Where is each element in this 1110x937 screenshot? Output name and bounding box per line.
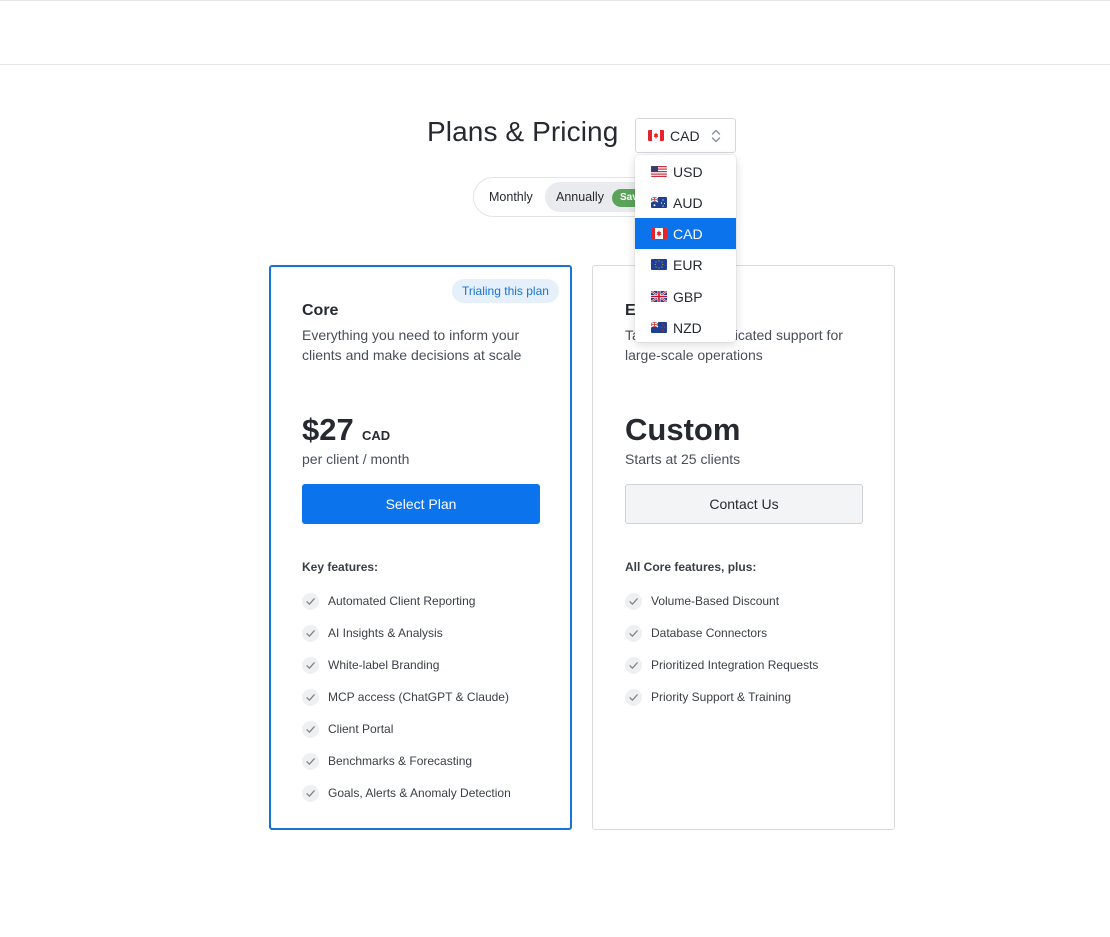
currency-option-label: NZD [673, 319, 702, 336]
au-flag-icon [651, 197, 667, 208]
check-icon [302, 752, 319, 770]
page-title: Plans & Pricing [427, 116, 619, 147]
ca-flag-icon [648, 130, 664, 141]
feature-label: Priority Support & Training [651, 690, 792, 704]
price-note: Starts at 25 clients [625, 451, 741, 467]
currency-option-label: CAD [673, 225, 703, 242]
check-icon [625, 688, 642, 706]
feature-item: Benchmarks & Forecasting [302, 745, 511, 777]
check-icon [302, 784, 319, 802]
feature-item: MCP access (ChatGPT & Claude) [302, 681, 511, 713]
toggle-annually-label: Annually [556, 190, 604, 204]
trial-badge: Trialing this plan [452, 279, 559, 303]
check-icon [302, 624, 319, 642]
plan-price: Custom [625, 412, 741, 447]
currency-option-nzd[interactable]: NZD [635, 312, 736, 343]
feature-item: Priority Support & Training [625, 681, 818, 713]
toggle-monthly[interactable]: Monthly [489, 190, 533, 204]
chevron-updown-icon [711, 129, 721, 143]
currency-select-value: CAD [670, 127, 700, 144]
feature-label: Volume-Based Discount [651, 594, 780, 608]
feature-label: White-label Branding [328, 658, 440, 672]
feature-label: Prioritized Integration Requests [651, 658, 819, 672]
feature-item: White-label Branding [302, 649, 511, 681]
feature-item: Database Connectors [625, 617, 818, 649]
eu-flag-icon [651, 259, 667, 270]
check-icon [302, 720, 319, 738]
feature-item: Prioritized Integration Requests [625, 649, 818, 681]
currency-option-cad[interactable]: CAD [635, 218, 736, 249]
currency-select[interactable]: CAD [635, 118, 736, 153]
currency-option-label: USD [673, 163, 703, 180]
currency-option-gbp[interactable]: GBP [635, 281, 736, 312]
plan-name: Core [302, 302, 339, 319]
currency-option-label: EUR [673, 256, 703, 273]
plan-card-enterprise: E Ta with dedicated support for large-sc… [592, 265, 895, 830]
price-currency: CAD [362, 428, 391, 443]
check-icon [302, 656, 319, 674]
check-icon [302, 592, 319, 610]
check-icon [625, 592, 642, 610]
feature-item: Client Portal [302, 713, 511, 745]
feature-label: AI Insights & Analysis [328, 626, 443, 640]
feature-label: Goals, Alerts & Anomaly Detection [328, 786, 511, 800]
plan-description: Everything you need to inform your clien… [302, 327, 522, 363]
check-icon [625, 624, 642, 642]
feature-item: Volume-Based Discount [625, 585, 818, 617]
feature-item: Automated Client Reporting [302, 585, 511, 617]
feature-list: Volume-Based Discount Database Connector… [625, 585, 818, 713]
plan-price: $27 [302, 412, 354, 447]
currency-option-aud[interactable]: AUD [635, 187, 736, 218]
feature-label: Database Connectors [651, 626, 768, 640]
currency-dropdown: USD AUD CAD EUR GBP NZD [635, 155, 736, 342]
feature-label: Benchmarks & Forecasting [328, 754, 473, 768]
feature-item: Goals, Alerts & Anomaly Detection [302, 777, 511, 809]
top-nav-bar [0, 0, 1110, 65]
features-heading: Key features: [302, 560, 379, 574]
us-flag-icon [651, 166, 667, 177]
feature-label: Automated Client Reporting [328, 594, 476, 608]
gb-flag-icon [651, 291, 667, 302]
feature-item: AI Insights & Analysis [302, 617, 511, 649]
select-plan-button[interactable]: Select Plan [302, 484, 540, 524]
feature-list: Automated Client Reporting AI Insights &… [302, 585, 511, 809]
features-heading: All Core features, plus: [625, 560, 757, 574]
currency-option-label: AUD [673, 194, 703, 211]
check-icon [625, 656, 642, 674]
contact-us-button[interactable]: Contact Us [625, 484, 863, 524]
currency-option-label: GBP [673, 288, 703, 305]
currency-option-eur[interactable]: EUR [635, 249, 736, 280]
feature-label: Client Portal [328, 722, 394, 736]
check-icon [302, 688, 319, 706]
feature-label: MCP access (ChatGPT & Claude) [328, 690, 509, 704]
currency-option-usd[interactable]: USD [635, 156, 736, 187]
price-period: per client / month [302, 451, 410, 467]
plan-card-core: Trialing this plan Core Everything you n… [269, 265, 572, 830]
ca-flag-icon [651, 228, 667, 239]
nz-flag-icon [651, 322, 667, 333]
